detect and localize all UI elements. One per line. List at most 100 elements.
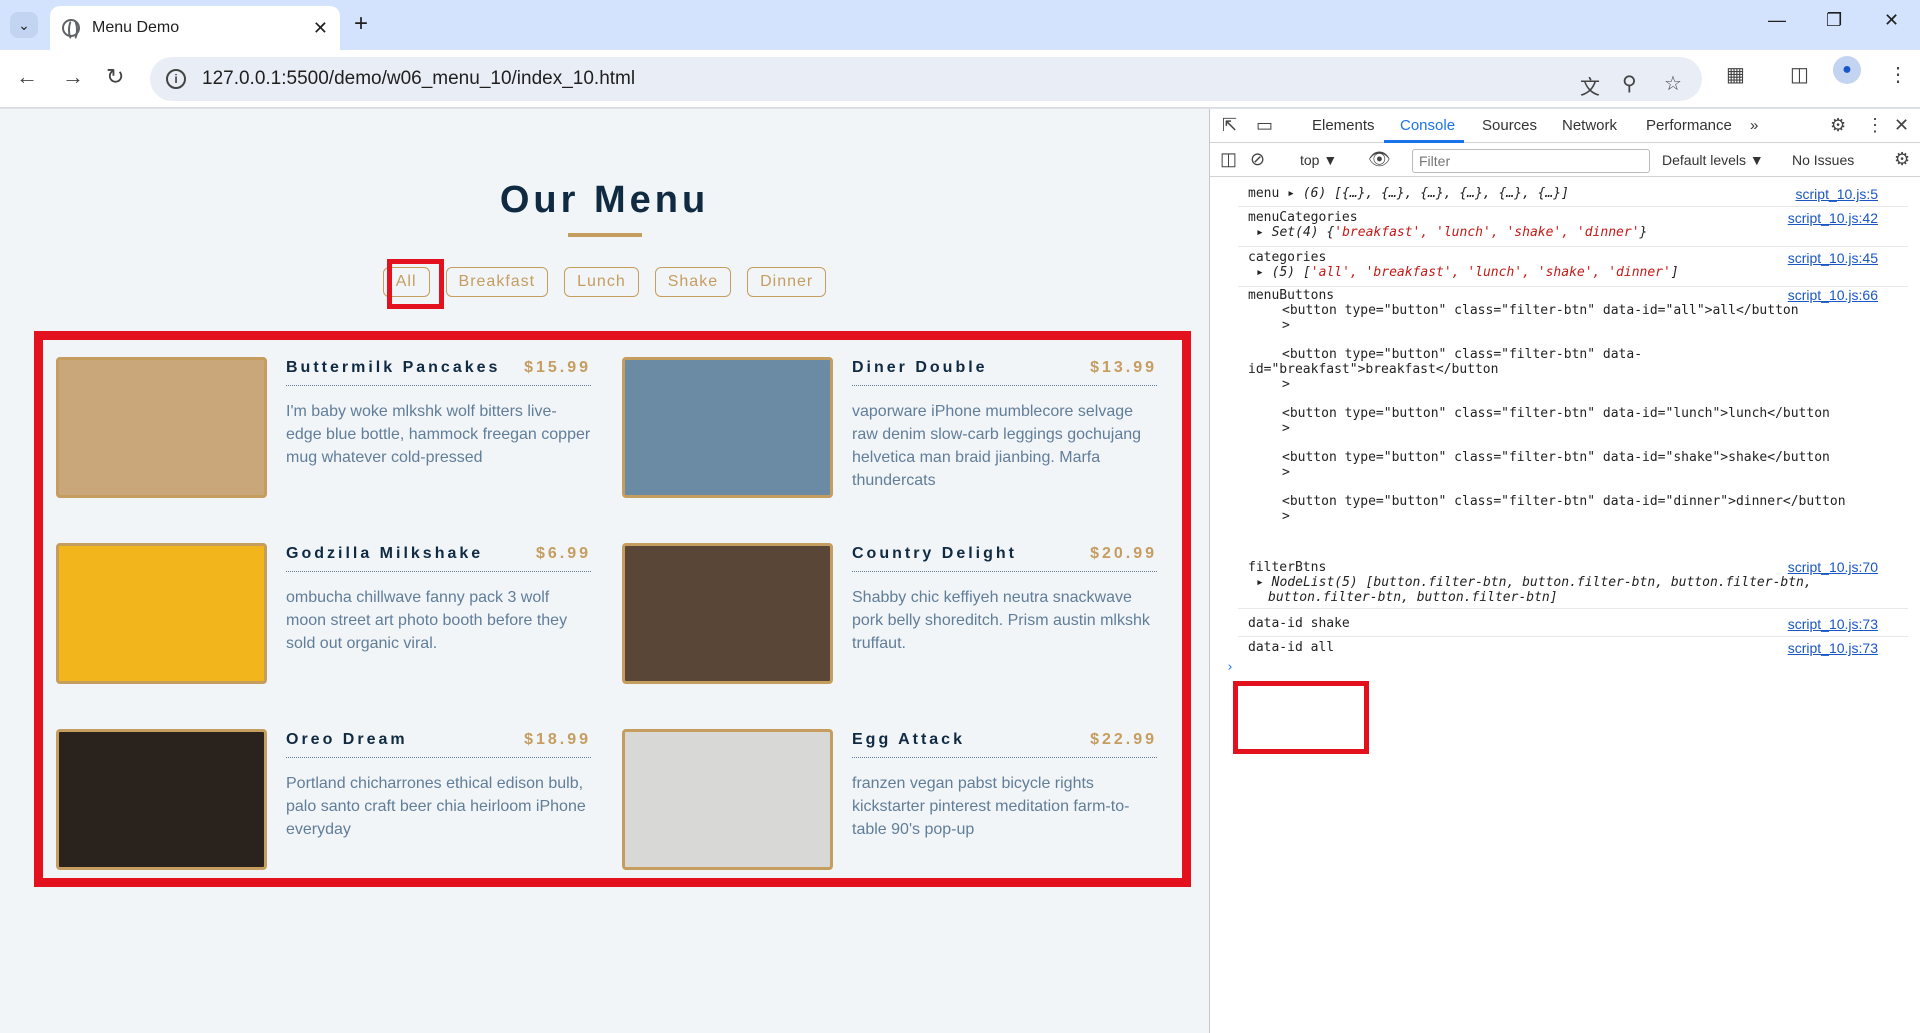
filter-lunch-button[interactable]: Lunch: [564, 267, 639, 297]
log-value[interactable]: ▸ (5) ['all', 'breakfast', 'lunch', 'sha…: [1256, 265, 1908, 280]
clear-console-icon[interactable]: ⊘: [1250, 149, 1265, 170]
devtools-panel: ⇱ ▭ Elements Console Sources Network Per…: [1209, 109, 1920, 1033]
log-html-line: >: [1282, 318, 1290, 333]
log-html-line: <button type="button" class="filter-btn"…: [1282, 406, 1830, 421]
new-tab-button[interactable]: +: [354, 10, 368, 38]
console-toolbar: ◫ ⊘ top ▼ 👁 Default levels ▼ No Issues ⚙: [1210, 143, 1920, 177]
close-window-icon[interactable]: ✕: [1884, 10, 1899, 31]
source-link[interactable]: script_10.js:70: [1788, 560, 1878, 575]
filter-shake-button[interactable]: Shake: [654, 267, 732, 297]
side-panel-icon[interactable]: ◫: [1790, 62, 1809, 87]
menu-item-name: Godzilla Milkshake: [286, 545, 484, 562]
log-html-line: >: [1282, 465, 1290, 480]
highlight-box-console: [1233, 681, 1369, 754]
forward-icon[interactable]: →: [62, 64, 84, 90]
console-filter-input[interactable]: [1412, 149, 1650, 173]
console-message: data-id all script_10.js:73: [1248, 640, 1908, 656]
log-html-line: >: [1282, 377, 1290, 392]
tab-console[interactable]: Console: [1400, 117, 1455, 134]
context-label: top: [1300, 152, 1320, 168]
settings-gear-icon[interactable]: ⚙: [1830, 115, 1846, 136]
browser-tab[interactable]: Menu Demo ✕: [50, 6, 340, 50]
menu-item: Oreo Dream $18.99 Portland chicharrones e…: [56, 729, 606, 871]
profile-avatar[interactable]: ●: [1833, 56, 1861, 84]
close-devtools-icon[interactable]: ✕: [1894, 115, 1909, 136]
device-toolbar-icon[interactable]: ▭: [1256, 115, 1273, 136]
sidebar-toggle-icon[interactable]: ◫: [1220, 149, 1237, 170]
console-settings-icon[interactable]: ⚙: [1894, 149, 1910, 170]
extensions-icon[interactable]: ▦: [1726, 62, 1745, 87]
site-info-icon[interactable]: i: [166, 69, 186, 89]
source-link[interactable]: script_10.js:45: [1788, 250, 1878, 266]
live-expression-eye-icon[interactable]: 👁: [1368, 149, 1391, 170]
tab-sources[interactable]: Sources: [1482, 117, 1537, 134]
menu-item-desc: vaporware iPhone mumblecore selvage raw …: [852, 403, 1142, 489]
menu-item-price: $20.99: [1090, 545, 1157, 562]
translate-icon[interactable]: 文: [1580, 71, 1600, 100]
menu-item-price: $22.99: [1090, 731, 1157, 748]
log-html-line: >: [1282, 509, 1290, 524]
context-selector[interactable]: top ▼: [1300, 152, 1337, 168]
console-message: filterBtns script_10.js:70 ▸ NodeList(5)…: [1238, 560, 1908, 609]
log-html-line: <button type="button" class="filter-btn"…: [1282, 303, 1799, 318]
bookmark-star-icon[interactable]: ☆: [1664, 71, 1682, 96]
log-html-line: <button type="button" class="filter-btn"…: [1282, 347, 1643, 362]
more-menu-icon[interactable]: ⋮: [1888, 62, 1908, 87]
source-link[interactable]: script_10.js:66: [1788, 288, 1878, 303]
menu-item-desc: Shabby chic keffiyeh neutra snackwave po…: [852, 589, 1150, 652]
tab-elements[interactable]: Elements: [1312, 117, 1375, 134]
menu-item-image: [622, 729, 833, 870]
menu-item-image: [622, 357, 833, 498]
log-html-line: <button type="button" class="filter-btn"…: [1282, 494, 1846, 509]
tab-search-button[interactable]: ⌄: [10, 12, 38, 38]
console-message: data-id shake script_10.js:73: [1238, 616, 1908, 637]
menu-item-price: $6.99: [535, 545, 591, 562]
source-link[interactable]: script_10.js:5: [1796, 186, 1878, 202]
log-label: menu: [1248, 186, 1280, 201]
log-value[interactable]: (6) [{…}, {…}, {…}, {…}, {…}, {…}]: [1303, 186, 1569, 201]
menu-item-desc: franzen vegan pabst bicycle rights kicks…: [852, 775, 1130, 838]
menu-item-name: Egg Attack: [852, 731, 965, 748]
log-value[interactable]: ▸ NodeList(5) [button.filter-btn, button…: [1256, 575, 1908, 590]
console-message: menuButtons script_10.js:66 <button type…: [1248, 288, 1908, 525]
reload-icon[interactable]: ↻: [106, 64, 124, 90]
source-link[interactable]: script_10.js:73: [1788, 640, 1878, 656]
filter-breakfast-button[interactable]: Breakfast: [445, 267, 549, 297]
close-tab-icon[interactable]: ✕: [313, 18, 328, 39]
menu-item-image: [622, 543, 833, 684]
filter-dinner-button[interactable]: Dinner: [747, 267, 827, 297]
highlight-box-all: [387, 259, 444, 309]
log-label: menuButtons: [1248, 288, 1335, 303]
menu-item-image: [56, 543, 267, 684]
restore-icon[interactable]: ❐: [1826, 10, 1842, 31]
source-link[interactable]: script_10.js:42: [1788, 210, 1878, 226]
log-levels-dropdown[interactable]: Default levels ▼: [1662, 152, 1764, 168]
tab-performance[interactable]: Performance: [1646, 117, 1732, 134]
console-message: categories script_10.js:45 ▸ (5) ['all',…: [1238, 250, 1908, 287]
address-bar[interactable]: i 127.0.0.1:5500/demo/w06_menu_10/index_…: [150, 57, 1702, 101]
log-label: filterBtns: [1248, 560, 1327, 575]
menu-item-desc: Portland chicharrones ethical edison bul…: [286, 775, 586, 838]
zoom-icon[interactable]: ⚲: [1622, 71, 1637, 96]
menu-item: Godzilla Milkshake $6.99 ombucha chillwav…: [56, 543, 606, 685]
tab-network[interactable]: Network: [1562, 117, 1617, 134]
menu-item-name: Oreo Dream: [286, 731, 408, 748]
menu-item-price: $18.99: [524, 731, 591, 748]
menu-item-image: [56, 729, 267, 870]
menu-item-desc: ombucha chillwave fanny pack 3 wolf moon…: [286, 589, 568, 652]
minimize-icon[interactable]: —: [1768, 10, 1786, 31]
devtools-more-icon[interactable]: ⋮: [1866, 115, 1884, 136]
more-tabs-icon[interactable]: »: [1750, 117, 1758, 134]
console-prompt[interactable]: ›: [1226, 660, 1234, 675]
source-link[interactable]: script_10.js:73: [1788, 616, 1878, 632]
log-html-line: id="breakfast">breakfast</button: [1248, 362, 1499, 377]
back-icon[interactable]: ←: [16, 64, 38, 90]
issues-counter[interactable]: No Issues: [1792, 152, 1854, 168]
browser-toolbar: ← → ↻ i 127.0.0.1:5500/demo/w06_menu_10/…: [0, 50, 1920, 108]
levels-label: Default levels: [1662, 152, 1747, 168]
tab-title: Menu Demo: [92, 19, 180, 36]
page-title: Our Menu: [499, 179, 710, 221]
console-message: menuCategories script_10.js:42 ▸ Set(4) …: [1238, 210, 1908, 247]
log-value[interactable]: ▸ Set(4) {'breakfast', 'lunch', 'shake',…: [1256, 225, 1908, 240]
inspect-element-icon[interactable]: ⇱: [1222, 115, 1237, 136]
